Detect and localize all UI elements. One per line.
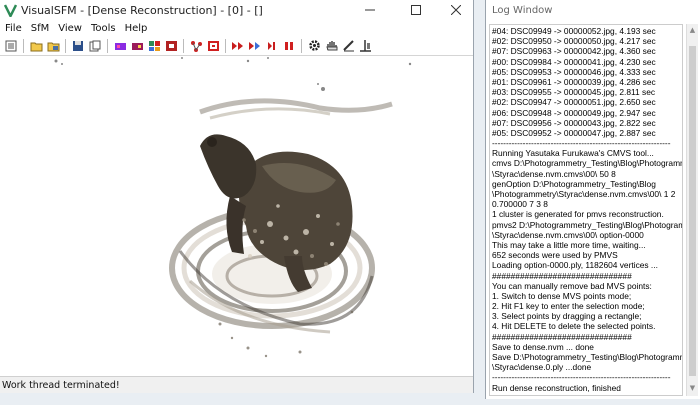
log-line: ----------------------------------------… xyxy=(492,138,671,149)
menu-bar: File SfM View Tools Help xyxy=(0,20,473,36)
log-line: Running Yasutaka Furukawa's CMVS tool... xyxy=(492,148,654,159)
save-as-icon[interactable] xyxy=(88,39,102,53)
log-line: #01: DSC09961 -> 00000039.jpg, 4.286 sec xyxy=(492,76,656,87)
save-icon[interactable] xyxy=(71,39,85,53)
run-icon[interactable] xyxy=(231,39,245,53)
resume-icon[interactable] xyxy=(248,39,262,53)
menu-sfm[interactable]: SfM xyxy=(28,23,56,34)
align-icon[interactable] xyxy=(358,39,372,53)
close-button[interactable] xyxy=(439,0,473,20)
visualsfm-logo-icon xyxy=(3,3,17,17)
toolbar-separator xyxy=(23,38,24,53)
log-line: genOption D:\Photogrammetry_Testing\Blog xyxy=(492,178,656,189)
log-line: \Styrac\dense.nvm.cmvs\00\ option-0000 xyxy=(492,229,644,240)
log-line: #02: DSC09947 -> 00000051.jpg, 2.650 sec xyxy=(492,97,656,108)
log-line: You can manually remove bad MVS points: xyxy=(492,280,652,291)
log-line: #05: DSC09953 -> 00000046.jpg, 4.333 sec xyxy=(492,66,656,77)
dense-point-cloud xyxy=(54,57,412,358)
window-title: VisualSFM - [Dense Reconstruction] - [0]… xyxy=(21,3,263,17)
log-line: #05: DSC09952 -> 00000047.jpg, 2.887 sec xyxy=(492,127,656,138)
open-folder-icon[interactable] xyxy=(29,39,43,53)
title-bar: VisualSFM - [Dense Reconstruction] - [0]… xyxy=(0,0,473,20)
log-line: \Photogrammetry\Styrac\dense.nvm.cmvs\00… xyxy=(492,189,676,199)
log-line: ----------------------------------------… xyxy=(492,372,671,383)
stop-icon[interactable] xyxy=(282,39,296,53)
minimize-button[interactable] xyxy=(347,0,393,20)
log-line: 0.700000 7 3 8 xyxy=(492,199,548,210)
scroll-thumb[interactable] xyxy=(689,46,696,376)
log-line: ############################## xyxy=(492,331,632,342)
log-line: 1 cluster is generated for pmvs reconstr… xyxy=(492,209,664,220)
visualsfm-window: VisualSFM - [Dense Reconstruction] - [0]… xyxy=(0,0,474,393)
log-line: #04: DSC09949 -> 00000052.jpg, 4.193 sec xyxy=(492,26,656,36)
log-line: Save D:\Photogrammetry_Testing\Blog\Phot… xyxy=(492,352,683,362)
log-line: This may take a little more time, waitin… xyxy=(492,239,646,250)
log-line: 3. Select points by dragging a rectangle… xyxy=(492,311,642,322)
log-line: Save to dense.nvm ... done xyxy=(492,341,594,352)
menu-help[interactable]: Help xyxy=(122,23,154,34)
log-window-title: Log Window xyxy=(486,0,700,22)
menu-file[interactable]: File xyxy=(2,23,28,34)
close-icon xyxy=(451,5,461,15)
toolbar-separator xyxy=(65,38,66,53)
maximize-button[interactable] xyxy=(393,0,439,20)
scroll-down-icon[interactable]: ▼ xyxy=(687,384,698,394)
toolbar-separator xyxy=(301,38,302,53)
toolbar-separator xyxy=(107,38,108,53)
gear-icon[interactable] xyxy=(307,39,321,53)
log-text-area[interactable]: #04: DSC09949 -> 00000052.jpg, 4.193 sec… xyxy=(489,24,683,396)
log-line: ############################## xyxy=(492,270,632,281)
log-line: #06: DSC09948 -> 00000049.jpg, 2.947 sec xyxy=(492,107,656,118)
ruler-icon[interactable] xyxy=(341,39,355,53)
compute-icon[interactable] xyxy=(164,39,178,53)
point-cloud-viewport[interactable] xyxy=(0,56,473,376)
pause-icon[interactable] xyxy=(265,39,279,53)
log-line: \Styrac\dense.0.ply ...done xyxy=(492,362,592,373)
log-line: #02: DSC09950 -> 00000050.jpg, 4.217 sec xyxy=(492,36,656,47)
show-features-icon[interactable] xyxy=(130,39,144,53)
maximize-icon xyxy=(411,5,421,15)
status-bar: Work thread terminated! xyxy=(0,376,473,393)
dense-icon[interactable] xyxy=(206,39,220,53)
log-line: cmvs D:\Photogrammetry_Testing\Blog\Phot… xyxy=(492,158,683,169)
hand-icon[interactable] xyxy=(324,39,338,53)
log-line: 652 seconds were used by PMVS xyxy=(492,250,618,261)
log-window: Log Window #04: DSC09949 -> 00000052.jpg… xyxy=(485,0,700,399)
log-line: #00: DSC09984 -> 00000041.jpg, 4.230 sec xyxy=(492,56,656,67)
minimize-icon xyxy=(365,9,375,11)
log-line: #07: DSC09956 -> 00000043.jpg, 2.822 sec xyxy=(492,117,656,128)
log-line: 2. Hit F1 key to enter the selection mod… xyxy=(492,301,645,312)
log-line: Loading option-0000.ply, 1182604 vertice… xyxy=(492,260,658,271)
log-line: pmvs2 D:\Photogrammetry_Testing\Blog\Pho… xyxy=(492,219,682,230)
log-icon[interactable] xyxy=(4,39,18,53)
log-line: Totally 11.717 minutes used xyxy=(492,393,680,395)
open-multi-icon[interactable] xyxy=(46,39,60,53)
toolbar xyxy=(0,36,473,56)
toolbar-separator xyxy=(225,38,226,53)
log-line: Run dense reconstruction, finished xyxy=(492,382,621,393)
show-matches-icon[interactable] xyxy=(147,39,161,53)
log-line: \Styrac\dense.nvm.cmvs\00\ 50 8 xyxy=(492,168,616,179)
menu-tools[interactable]: Tools xyxy=(88,23,122,34)
toolbar-separator xyxy=(183,38,184,53)
log-scrollbar[interactable]: ▲ ▼ xyxy=(686,24,698,396)
menu-view[interactable]: View xyxy=(55,23,88,34)
sfm-icon[interactable] xyxy=(189,39,203,53)
log-line: #03: DSC09955 -> 00000045.jpg, 2.811 sec xyxy=(492,87,656,98)
log-line: 1. Switch to dense MVS points mode; xyxy=(492,290,632,301)
show-images-icon[interactable] xyxy=(113,39,127,53)
log-line: 4. Hit DELETE to delete the selected poi… xyxy=(492,321,656,332)
log-line: #07: DSC09963 -> 00000042.jpg, 4.360 sec xyxy=(492,46,656,57)
scroll-up-icon[interactable]: ▲ xyxy=(687,26,698,36)
